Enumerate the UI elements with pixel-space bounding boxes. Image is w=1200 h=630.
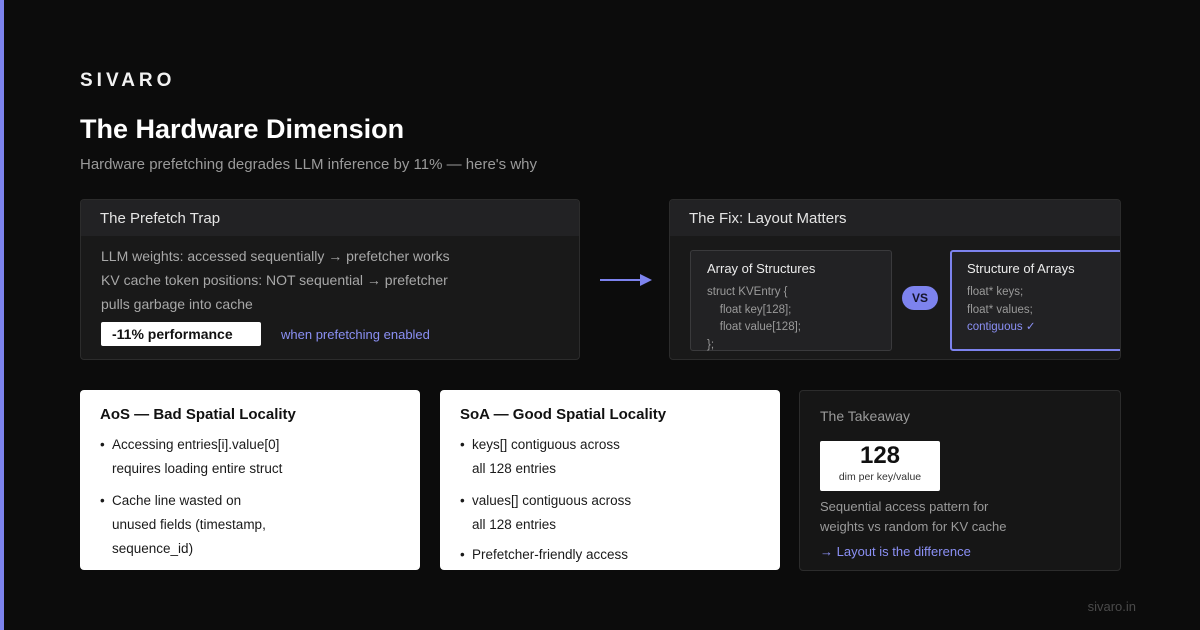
aos-card-title: AoS — Bad Spatial Locality xyxy=(100,406,296,423)
code-line: float* values; xyxy=(967,303,1033,316)
bullet-line: requires loading entire struct xyxy=(112,461,283,476)
soa-bullet-list: keys[] contiguous across all 128 entries… xyxy=(460,433,760,567)
footer-url[interactable]: sivaro.in xyxy=(1088,599,1136,614)
trap-line: pulls garbage into cache xyxy=(101,296,253,312)
list-item: values[] contiguous across all 128 entri… xyxy=(460,489,760,537)
takeaway-line: weights vs random for KV cache xyxy=(820,519,1007,534)
trap-line: LLM weights: accessed sequentially → pre… xyxy=(101,248,450,264)
takeaway-text: Sequential access pattern for weights vs… xyxy=(820,497,1006,537)
aos-locality-card: AoS — Bad Spatial Locality Accessing ent… xyxy=(80,390,420,570)
takeaway-link[interactable]: → Layout is the difference xyxy=(820,544,971,559)
code-line: }; xyxy=(707,338,715,351)
list-item: Accessing entries[i].value[0] requires l… xyxy=(100,433,400,481)
code-line: float* keys; xyxy=(967,286,1024,298)
bullet-line: values[] contiguous across xyxy=(472,493,632,508)
bullet-line: sequence_id) xyxy=(112,541,194,556)
prefetch-trap-card: The Prefetch Trap LLM weights: accessed … xyxy=(80,199,580,360)
layout-fix-heading: The Fix: Layout Matters xyxy=(670,200,1120,236)
soa-box-title: Structure of Arrays xyxy=(967,261,1075,276)
soa-code-box: Structure of Arrays float* keys; float* … xyxy=(950,250,1120,351)
stat-value: 128 xyxy=(859,442,901,469)
aos-code-box: Array of Structures struct KVEntry { flo… xyxy=(690,250,892,351)
layout-fix-card: The Fix: Layout Matters Array of Structu… xyxy=(669,199,1121,360)
accent-bar xyxy=(0,0,4,630)
prefetch-trap-text: LLM weights: accessed sequentially → pre… xyxy=(101,244,450,316)
stat-box: 128 dim per key/value xyxy=(820,441,940,491)
aos-bullet-list: Accessing entries[i].value[0] requires l… xyxy=(100,433,400,561)
bullet-line: all 128 entries xyxy=(472,461,557,476)
soa-locality-card: SoA — Good Spatial Locality keys[] conti… xyxy=(440,390,780,570)
code-line: float key[128]; xyxy=(707,303,792,316)
aos-box-title: Array of Structures xyxy=(707,261,816,276)
brand-logo: SIVARO xyxy=(80,70,176,91)
code-line: float value[128]; xyxy=(707,321,801,333)
page-subtitle: Hardware prefetching degrades LLM infere… xyxy=(80,156,537,173)
bullet-line: Cache line wasted on xyxy=(112,493,242,508)
list-item: keys[] contiguous across all 128 entries xyxy=(460,433,760,481)
takeaway-line: Sequential access pattern for xyxy=(820,499,989,514)
vs-badge: VS xyxy=(902,286,938,310)
bullet-line: keys[] contiguous across xyxy=(472,437,620,452)
prefetch-trap-heading: The Prefetch Trap xyxy=(81,200,579,236)
code-line: struct KVEntry { xyxy=(707,286,788,298)
performance-badge: -11% performance xyxy=(101,322,261,346)
bullet-line: all 128 entries xyxy=(472,517,557,532)
page-title: The Hardware Dimension xyxy=(80,114,405,144)
right-arrow-icon xyxy=(600,274,652,286)
list-item: Prefetcher-friendly access xyxy=(460,543,760,567)
bullet-line: Accessing entries[i].value[0] xyxy=(112,437,280,452)
list-item: Cache line wasted on unused fields (time… xyxy=(100,489,400,561)
takeaway-card: The Takeaway 128 dim per key/value Seque… xyxy=(799,390,1121,571)
takeaway-heading: The Takeaway xyxy=(820,408,911,424)
bullet-line: unused fields (timestamp, xyxy=(112,517,266,532)
stat-label: dim per key/value xyxy=(838,471,922,483)
contiguous-highlight: contiguous ✓ xyxy=(967,321,1036,333)
trap-line: KV cache token positions: NOT sequential… xyxy=(101,272,448,288)
bullet-line: Prefetcher-friendly access xyxy=(472,547,629,562)
soa-card-title: SoA — Good Spatial Locality xyxy=(460,406,667,423)
performance-note: when prefetching enabled xyxy=(281,327,430,342)
